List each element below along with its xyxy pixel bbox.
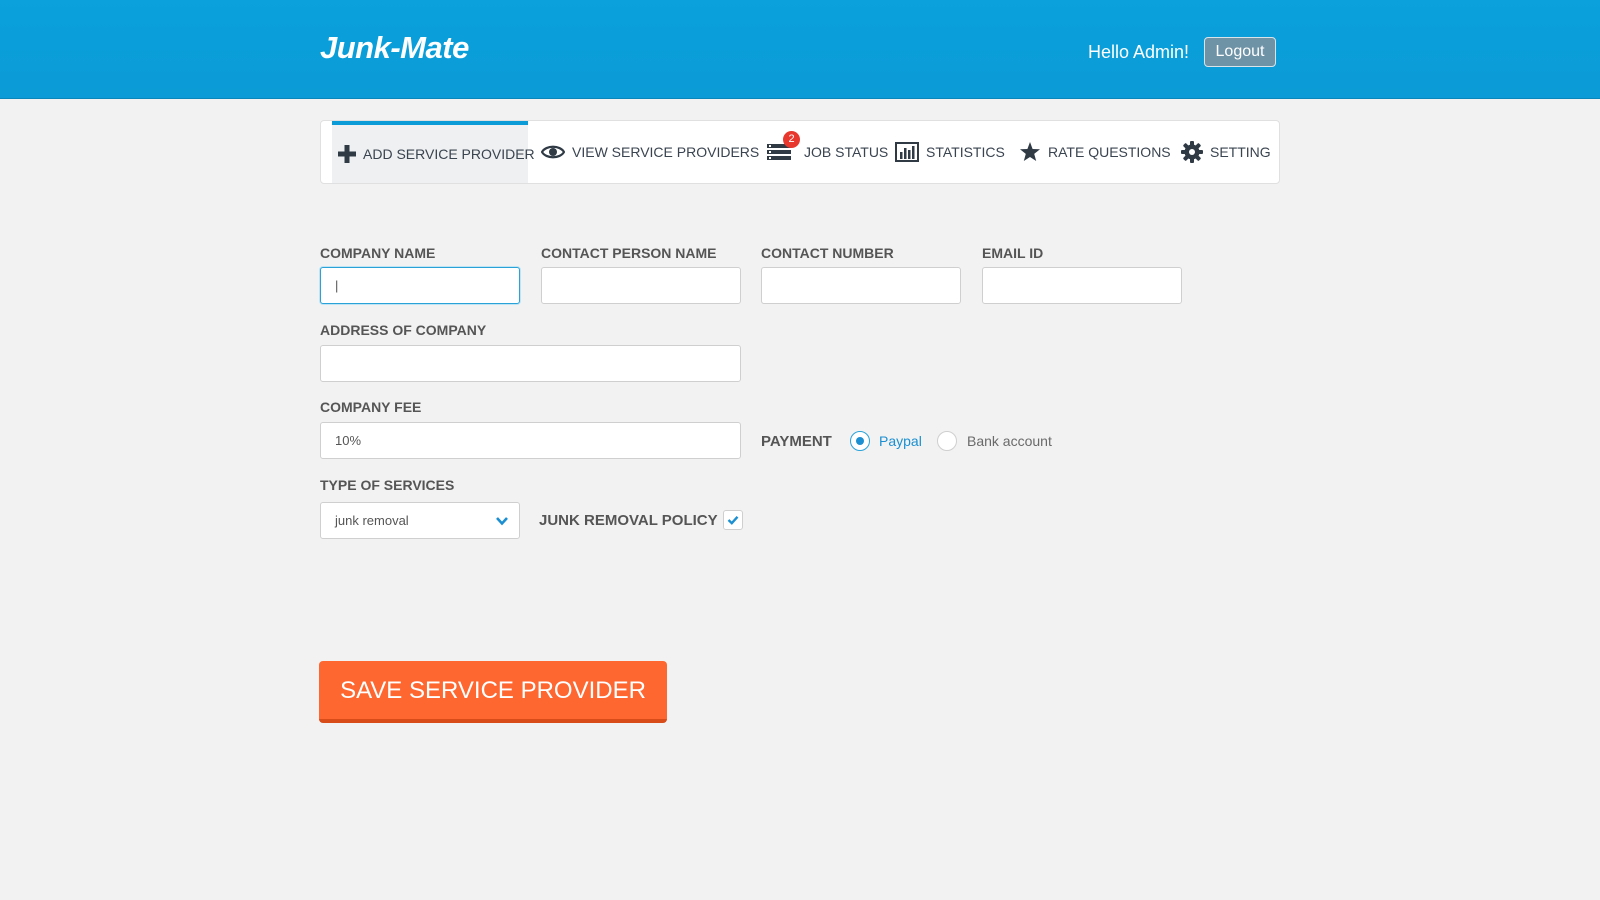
bar-chart-icon <box>895 142 919 162</box>
bank-account-radio[interactable] <box>937 431 957 451</box>
company-name-label: COMPANY NAME <box>320 245 436 261</box>
contact-number-label: CONTACT NUMBER <box>761 245 894 261</box>
address-input[interactable] <box>320 345 741 382</box>
tab-add-service-provider[interactable]: ADD SERVICE PROVIDER <box>332 121 535 183</box>
tab-rate-questions[interactable]: RATE QUESTIONS <box>1019 121 1171 183</box>
tab-job-status[interactable]: 2 JOB STATUS <box>767 121 889 183</box>
top-header: Junk-Mate Hello Admin! Logout <box>0 0 1600 99</box>
gear-icon <box>1181 141 1203 163</box>
logout-button[interactable]: Logout <box>1204 37 1276 67</box>
tab-statistics[interactable]: STATISTICS <box>895 121 1011 183</box>
junk-removal-policy-checkbox[interactable] <box>723 510 743 530</box>
contact-person-label: CONTACT PERSON NAME <box>541 245 717 261</box>
company-name-input[interactable] <box>320 267 520 304</box>
payment-label: PAYMENT <box>761 433 832 450</box>
junk-removal-policy-label: JUNK REMOVAL POLICY <box>539 512 718 529</box>
contact-person-input[interactable] <box>541 267 741 304</box>
eye-icon <box>541 145 565 159</box>
tab-label: SETTING <box>1210 144 1271 160</box>
tab-setting[interactable]: SETTING <box>1181 121 1273 183</box>
chevron-down-icon <box>496 517 508 526</box>
address-label: ADDRESS OF COMPANY <box>320 322 487 338</box>
email-label: EMAIL ID <box>982 245 1044 261</box>
job-status-badge: 2 <box>783 131 800 148</box>
paypal-radio-label[interactable]: Paypal <box>879 433 922 449</box>
tab-view-service-providers[interactable]: VIEW SERVICE PROVIDERS <box>541 121 759 183</box>
company-fee-input[interactable] <box>320 422 741 459</box>
service-type-value: junk removal <box>335 513 409 528</box>
tab-label: RATE QUESTIONS <box>1048 144 1171 160</box>
check-icon <box>727 516 739 525</box>
app-logo: Junk-Mate <box>320 30 469 65</box>
company-fee-label: COMPANY FEE <box>320 399 422 415</box>
tab-label: VIEW SERVICE PROVIDERS <box>572 144 760 160</box>
tab-label: STATISTICS <box>926 144 1005 160</box>
main-nav: ADD SERVICE PROVIDER VIEW SERVICE PROVID… <box>320 120 1280 184</box>
tab-label: ADD SERVICE PROVIDER <box>363 146 535 162</box>
contact-number-input[interactable] <box>761 267 961 304</box>
star-icon <box>1020 142 1040 161</box>
plus-icon <box>338 145 356 163</box>
user-greeting: Hello Admin! <box>1088 42 1190 62</box>
service-type-label: TYPE OF SERVICES <box>320 477 455 493</box>
bank-account-radio-label[interactable]: Bank account <box>967 433 1052 449</box>
paypal-radio[interactable] <box>850 431 870 451</box>
tab-label: JOB STATUS <box>804 144 889 160</box>
service-type-select[interactable]: junk removal <box>320 502 520 539</box>
save-service-provider-button[interactable]: SAVE SERVICE PROVIDER <box>319 661 667 723</box>
email-field[interactable] <box>982 267 1182 304</box>
